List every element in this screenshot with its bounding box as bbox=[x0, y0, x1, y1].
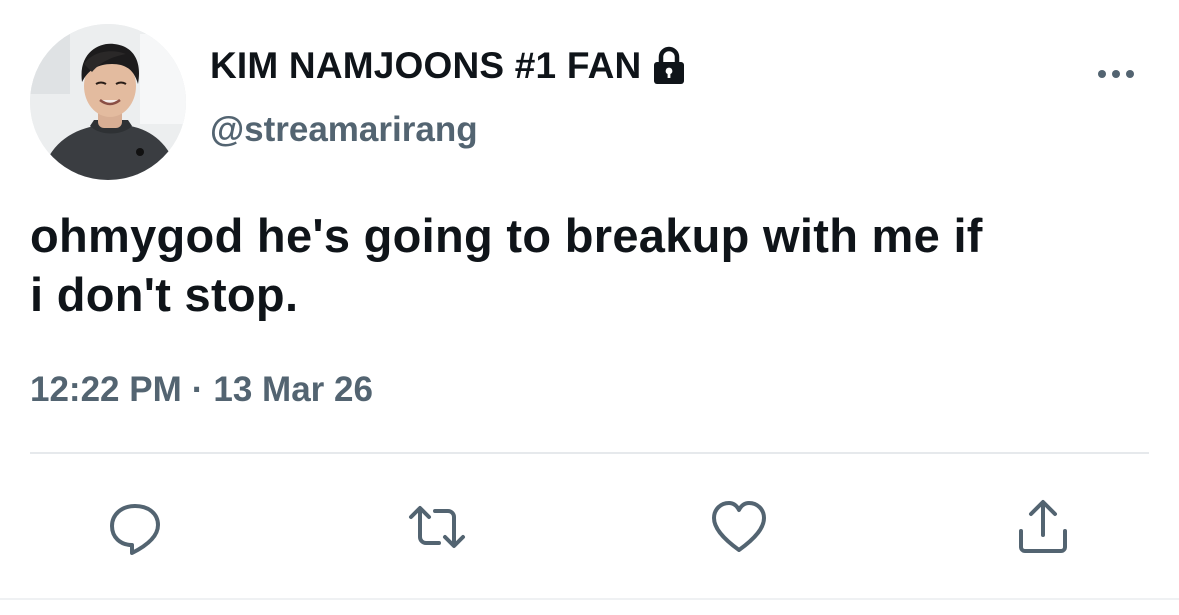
tweet-timestamp[interactable]: 12:22 PM · 13 Mar 26 bbox=[30, 370, 373, 410]
reply-icon bbox=[110, 504, 160, 555]
heart-icon bbox=[712, 501, 766, 552]
tweet-card: KIM NAMJOONS #1 FAN @streamarirang ohmyg… bbox=[0, 0, 1179, 615]
display-name[interactable]: KIM NAMJOONS #1 FAN bbox=[210, 45, 641, 87]
like-button[interactable] bbox=[708, 496, 770, 558]
avatar[interactable] bbox=[30, 24, 186, 180]
retweet-icon bbox=[409, 506, 465, 548]
more-horizontal-icon[interactable] bbox=[1096, 64, 1136, 84]
tweet-text-line-2: i don't stop. bbox=[30, 268, 299, 321]
user-handle[interactable]: @streamarirang bbox=[210, 110, 478, 150]
display-name-row: KIM NAMJOONS #1 FAN bbox=[210, 44, 687, 88]
meta-separator: · bbox=[191, 370, 204, 409]
tweet-date: 13 Mar 26 bbox=[213, 370, 373, 409]
avatar-photo bbox=[30, 24, 186, 180]
tweet-time: 12:22 PM bbox=[30, 370, 182, 409]
tweet-text-line-1: ohmygod he's going to breakup with me if bbox=[30, 209, 983, 262]
lock-icon bbox=[651, 46, 687, 86]
tweet-text: ohmygod he's going to breakup with me if… bbox=[30, 206, 1160, 324]
share-icon bbox=[1019, 500, 1067, 553]
share-button[interactable] bbox=[1012, 496, 1074, 558]
reply-button[interactable] bbox=[104, 496, 166, 558]
retweet-button[interactable] bbox=[406, 496, 468, 558]
divider bbox=[30, 452, 1149, 454]
bottom-divider bbox=[0, 598, 1179, 600]
